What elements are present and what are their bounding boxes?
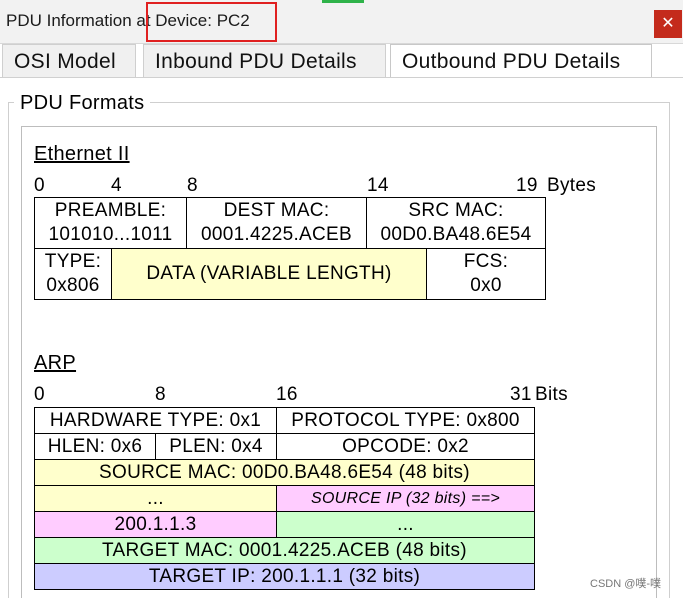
title-accent-strip [322, 0, 364, 3]
type-label: TYPE: [44, 251, 102, 272]
ethernet-ruler-0: 0 [34, 175, 45, 196]
arp-ruler-0: 0 [34, 384, 45, 405]
arp-protocol-type-field: PROTOCOL TYPE: 0x800 [276, 407, 535, 434]
arp-source-ip-value-field: 200.1.1.3 [34, 511, 277, 538]
dest-mac-label: DEST MAC: [223, 200, 330, 221]
window-title-bar: PDU Information at Device: PC2 ✕ [0, 0, 683, 44]
arp-target-mac-continued: ... [276, 511, 535, 538]
tab-osi-model[interactable]: OSI Model [2, 44, 136, 77]
fcs-label: FCS: [463, 251, 509, 272]
preamble-label: PREAMBLE: [54, 200, 167, 221]
tab-bar: OSI Model Inbound PDU Details Outbound P… [0, 44, 683, 78]
ethernet-dest-mac-field: DEST MAC: 0001.4225.ACEB [186, 197, 367, 249]
arp-plen-field: PLEN: 0x4 [155, 433, 277, 460]
src-mac-label: SRC MAC: [408, 200, 504, 221]
tab-outbound-pdu-details[interactable]: Outbound PDU Details [390, 44, 652, 78]
arp-section-title: ARP [34, 352, 77, 374]
close-button[interactable]: ✕ [654, 10, 682, 38]
arp-source-mac-continued: ... [34, 485, 277, 512]
arp-hlen-field: HLEN: 0x6 [34, 433, 156, 460]
ethernet-data-field: DATA (VARIABLE LENGTH) [111, 248, 427, 300]
device-name-highlight-box [146, 2, 277, 42]
ethernet-preamble-field: PREAMBLE: 101010...1011 [34, 197, 187, 249]
watermark-text: CSDN @噗-噗 [590, 578, 662, 590]
tab-inbound-pdu-details[interactable]: Inbound PDU Details [143, 44, 386, 77]
ethernet-ruler-14: 14 [367, 175, 389, 196]
arp-opcode-field: OPCODE: 0x2 [276, 433, 535, 460]
ethernet-type-field: TYPE: 0x806 [34, 248, 112, 300]
ethernet-ruler-unit: Bytes [547, 175, 597, 196]
arp-source-ip-label-field: SOURCE IP (32 bits) ==> [276, 485, 535, 512]
ethernet-src-mac-field: SRC MAC: 00D0.BA48.6E54 [366, 197, 546, 249]
ethernet-section-title: Ethernet II [34, 143, 130, 165]
close-icon: ✕ [661, 15, 675, 32]
type-value: 0x806 [46, 275, 100, 296]
ethernet-ruler-8: 8 [187, 175, 198, 196]
tab-content: PDU Formats Ethernet II 0 4 8 14 19 Byte… [0, 78, 683, 598]
arp-hardware-type-field: HARDWARE TYPE: 0x1 [34, 407, 277, 434]
source-ip-label: SOURCE IP (32 bits) ==> [310, 489, 501, 507]
arp-source-mac-field: SOURCE MAC: 00D0.BA48.6E54 (48 bits) [34, 459, 535, 486]
ethernet-ruler-19: 19 [516, 175, 538, 196]
arp-target-ip-field: TARGET IP: 200.1.1.1 (32 bits) [34, 563, 535, 590]
arp-target-mac-field: TARGET MAC: 0001.4225.ACEB (48 bits) [34, 537, 535, 564]
pdu-formats-label: PDU Formats [14, 92, 151, 115]
src-mac-value: 00D0.BA48.6E54 [380, 224, 532, 245]
arp-ruler-16: 16 [276, 384, 298, 405]
fcs-value: 0x0 [470, 275, 502, 296]
arp-ruler-8: 8 [155, 384, 166, 405]
ethernet-fcs-field: FCS: 0x0 [426, 248, 546, 300]
arp-ruler-31: 31 [510, 384, 532, 405]
preamble-value: 101010...1011 [48, 224, 173, 245]
arp-ruler-unit: Bits [535, 384, 568, 405]
data-label: DATA (VARIABLE LENGTH) [146, 263, 392, 284]
ethernet-ruler-4: 4 [111, 175, 122, 196]
pdu-formats-panel[interactable]: Ethernet II 0 4 8 14 19 Bytes PREAMBLE: … [21, 126, 657, 598]
dest-mac-value: 0001.4225.ACEB [200, 224, 353, 245]
